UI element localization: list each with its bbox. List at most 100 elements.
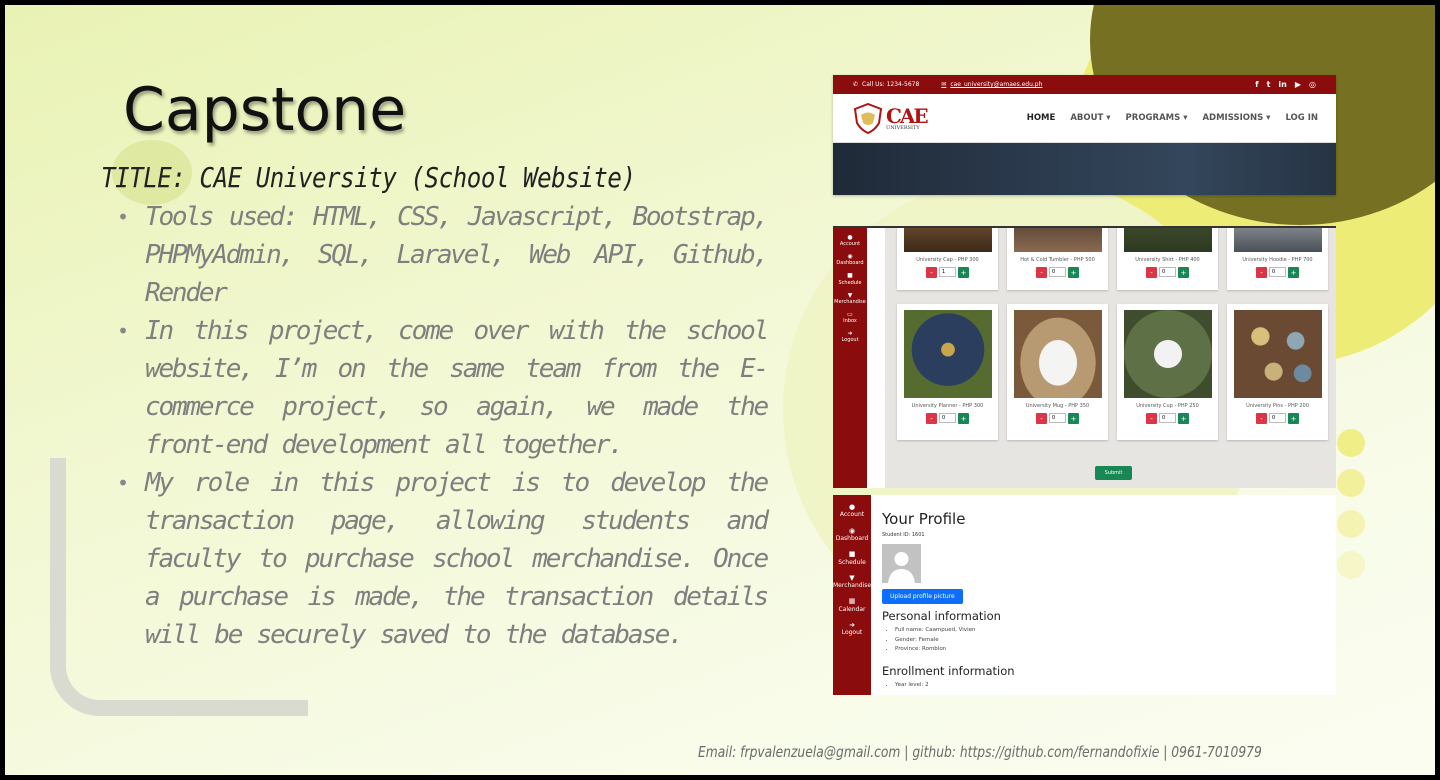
merch-sidebar: ● Account ◉ Dashboard ■ Schedule ▼ Merchandi… xyxy=(833,228,867,488)
product-name: University Cup - PHP 250 xyxy=(1136,403,1199,409)
youtube-icon[interactable]: ▶ xyxy=(1295,80,1301,89)
quantity-stepper: -0 + xyxy=(1123,267,1212,278)
sidebar-item-dashboard[interactable]: ◉ Dashboard xyxy=(833,253,867,266)
nav-admissions[interactable]: ADMISSIONS ▾ xyxy=(1202,113,1270,123)
contact-footer: Email: frpvalenzuela@gmail.com | github:… xyxy=(698,743,1262,761)
increase-button[interactable]: + xyxy=(1178,267,1189,278)
decrease-button[interactable]: - xyxy=(1146,267,1157,278)
decrease-button[interactable]: - xyxy=(1256,413,1267,424)
quantity-input[interactable]: 0 xyxy=(939,413,956,423)
product-image-planner xyxy=(903,310,992,398)
avatar xyxy=(882,544,921,583)
personal-info-heading: Personal information xyxy=(882,609,1001,623)
upload-profile-picture-button[interactable]: Upload profile picture xyxy=(882,589,963,604)
bullet-tools: Tools used: HTML, CSS, Javascript, Boots… xyxy=(117,198,769,312)
dashboard-icon: ◉ xyxy=(848,526,856,535)
increase-button[interactable]: + xyxy=(958,267,969,278)
quantity-stepper: -0 + xyxy=(1013,267,1102,278)
nav-home[interactable]: HOME xyxy=(1027,113,1056,123)
product-card: University Mug - PHP 350 -0 + xyxy=(1007,304,1108,440)
decrease-button[interactable]: - xyxy=(1256,267,1267,278)
product-grid: University Cap - PHP 300 -1 + Hot & Cold … xyxy=(897,228,1333,440)
linkedin-icon[interactable]: in xyxy=(1278,80,1286,89)
sidebar-item-merchandise[interactable]: ▼ Merchandise xyxy=(833,574,871,590)
sidebar-item-schedule[interactable]: ■ Schedule xyxy=(833,272,867,285)
bullet-list: Tools used: HTML, CSS, Javascript, Boots… xyxy=(117,198,769,654)
nav-login[interactable]: LOG IN xyxy=(1285,113,1318,123)
email-info[interactable]: ✉ cae_university@amaes.edu.ph xyxy=(941,81,1042,88)
sidebar-item-merchandise[interactable]: ▼ Merchandise xyxy=(833,292,867,305)
sidebar-item-logout[interactable]: ➜ Logout xyxy=(833,621,871,637)
list-item: Gender: Female xyxy=(895,636,1322,646)
bullet-role: My role in this project is to develop th… xyxy=(117,464,769,654)
quantity-input[interactable]: 0 xyxy=(1049,413,1066,423)
quantity-input[interactable]: 0 xyxy=(1159,267,1176,277)
decrease-button[interactable]: - xyxy=(1036,413,1047,424)
submit-button[interactable]: Submit xyxy=(1095,466,1132,480)
logout-icon: ➜ xyxy=(849,620,855,629)
site-logo[interactable]: CAE UNIVERSITY xyxy=(853,102,929,134)
hero-banner xyxy=(833,143,1336,195)
quantity-input[interactable]: 0 xyxy=(1269,267,1286,277)
sidebar-item-inbox[interactable]: ▭ Inbox xyxy=(833,311,867,324)
increase-button[interactable]: + xyxy=(1178,413,1189,424)
sidebar-edge xyxy=(867,228,885,488)
logo-text: CAE xyxy=(886,103,929,128)
avatar-placeholder-icon xyxy=(888,552,915,583)
increase-button[interactable]: + xyxy=(1068,267,1079,278)
decrease-button[interactable]: - xyxy=(926,413,937,424)
instagram-icon[interactable]: ◎ xyxy=(1309,80,1316,89)
nav-about[interactable]: ABOUT ▾ xyxy=(1070,113,1110,123)
site-navbar: CAE UNIVERSITY HOME ABOUT ▾ PROGRAMS ▾ A… xyxy=(833,94,1336,143)
quantity-stepper: -1 + xyxy=(903,267,992,278)
increase-button[interactable]: + xyxy=(1068,413,1079,424)
screenshot-site-header: ✆ Call Us: 1234-5678 ✉ cae_university@amae… xyxy=(833,75,1336,195)
product-name: University Hoodie - PHP 700 xyxy=(1242,257,1313,263)
facebook-icon[interactable]: f xyxy=(1255,80,1258,89)
product-image-hoodie xyxy=(1233,228,1322,252)
product-card: University Hoodie - PHP 700 -0 + xyxy=(1227,228,1328,290)
product-image-shirt xyxy=(1123,228,1212,252)
decor-dot xyxy=(1337,429,1365,457)
quantity-input[interactable]: 0 xyxy=(1049,267,1066,277)
quantity-stepper: -0 + xyxy=(1233,267,1322,278)
product-image-cup xyxy=(1123,310,1212,398)
enrollment-info-heading: Enrollment information xyxy=(882,663,1015,678)
user-icon: ● xyxy=(848,503,856,511)
quantity-input[interactable]: 1 xyxy=(939,267,956,277)
sidebar-item-schedule[interactable]: ■ Schedule xyxy=(833,550,871,566)
decrease-button[interactable]: - xyxy=(1146,413,1157,424)
cart-icon: ▼ xyxy=(849,573,855,582)
sidebar-item-account[interactable]: ● Account xyxy=(833,234,867,247)
product-image-tumbler xyxy=(1013,228,1102,252)
list-item: Year level: 2 xyxy=(895,681,1322,691)
nav-programs[interactable]: PROGRAMS ▾ xyxy=(1126,113,1188,123)
screenshot-profile: ● Account ◉ Dashboard ■ Schedule ▼ Merchandi… xyxy=(833,495,1336,695)
sidebar-item-account[interactable]: ● Account xyxy=(833,503,871,519)
product-image-pins xyxy=(1233,310,1322,398)
cart-icon: ▼ xyxy=(847,291,853,299)
profile-heading: Your Profile xyxy=(882,510,966,528)
calendar-icon: ▦ xyxy=(848,597,856,606)
profile-content: Your Profile Student ID: 1601 Upload pro… xyxy=(882,510,1322,690)
product-card: University Planner - PHP 300 -0 + xyxy=(897,304,998,440)
twitter-icon[interactable]: t xyxy=(1267,80,1271,89)
list-item: Province: Romblon xyxy=(895,645,1322,655)
logo-subtext: UNIVERSITY xyxy=(886,124,920,131)
schedule-icon: ■ xyxy=(847,272,853,280)
quantity-input[interactable]: 0 xyxy=(1159,413,1176,423)
sidebar-item-logout[interactable]: ➜ Logout xyxy=(833,330,867,343)
quantity-input[interactable]: 0 xyxy=(1269,413,1286,423)
quantity-stepper: -0 + xyxy=(1233,413,1322,424)
product-name: Hot & Cold Tumbler - PHP 500 xyxy=(1020,257,1095,263)
product-card: Hot & Cold Tumbler - PHP 500 -0 + xyxy=(1007,228,1108,290)
main-nav: HOME ABOUT ▾ PROGRAMS ▾ ADMISSIONS ▾ LOG… xyxy=(1027,113,1318,123)
increase-button[interactable]: + xyxy=(1288,413,1299,424)
decrease-button[interactable]: - xyxy=(926,267,937,278)
top-contact-bar: ✆ Call Us: 1234-5678 ✉ cae_university@amae… xyxy=(833,75,1336,94)
increase-button[interactable]: + xyxy=(1288,267,1299,278)
increase-button[interactable]: + xyxy=(958,413,969,424)
sidebar-item-dashboard[interactable]: ◉ Dashboard xyxy=(833,527,871,543)
sidebar-item-calendar[interactable]: ▦ Calendar xyxy=(833,597,871,613)
decrease-button[interactable]: - xyxy=(1036,267,1047,278)
